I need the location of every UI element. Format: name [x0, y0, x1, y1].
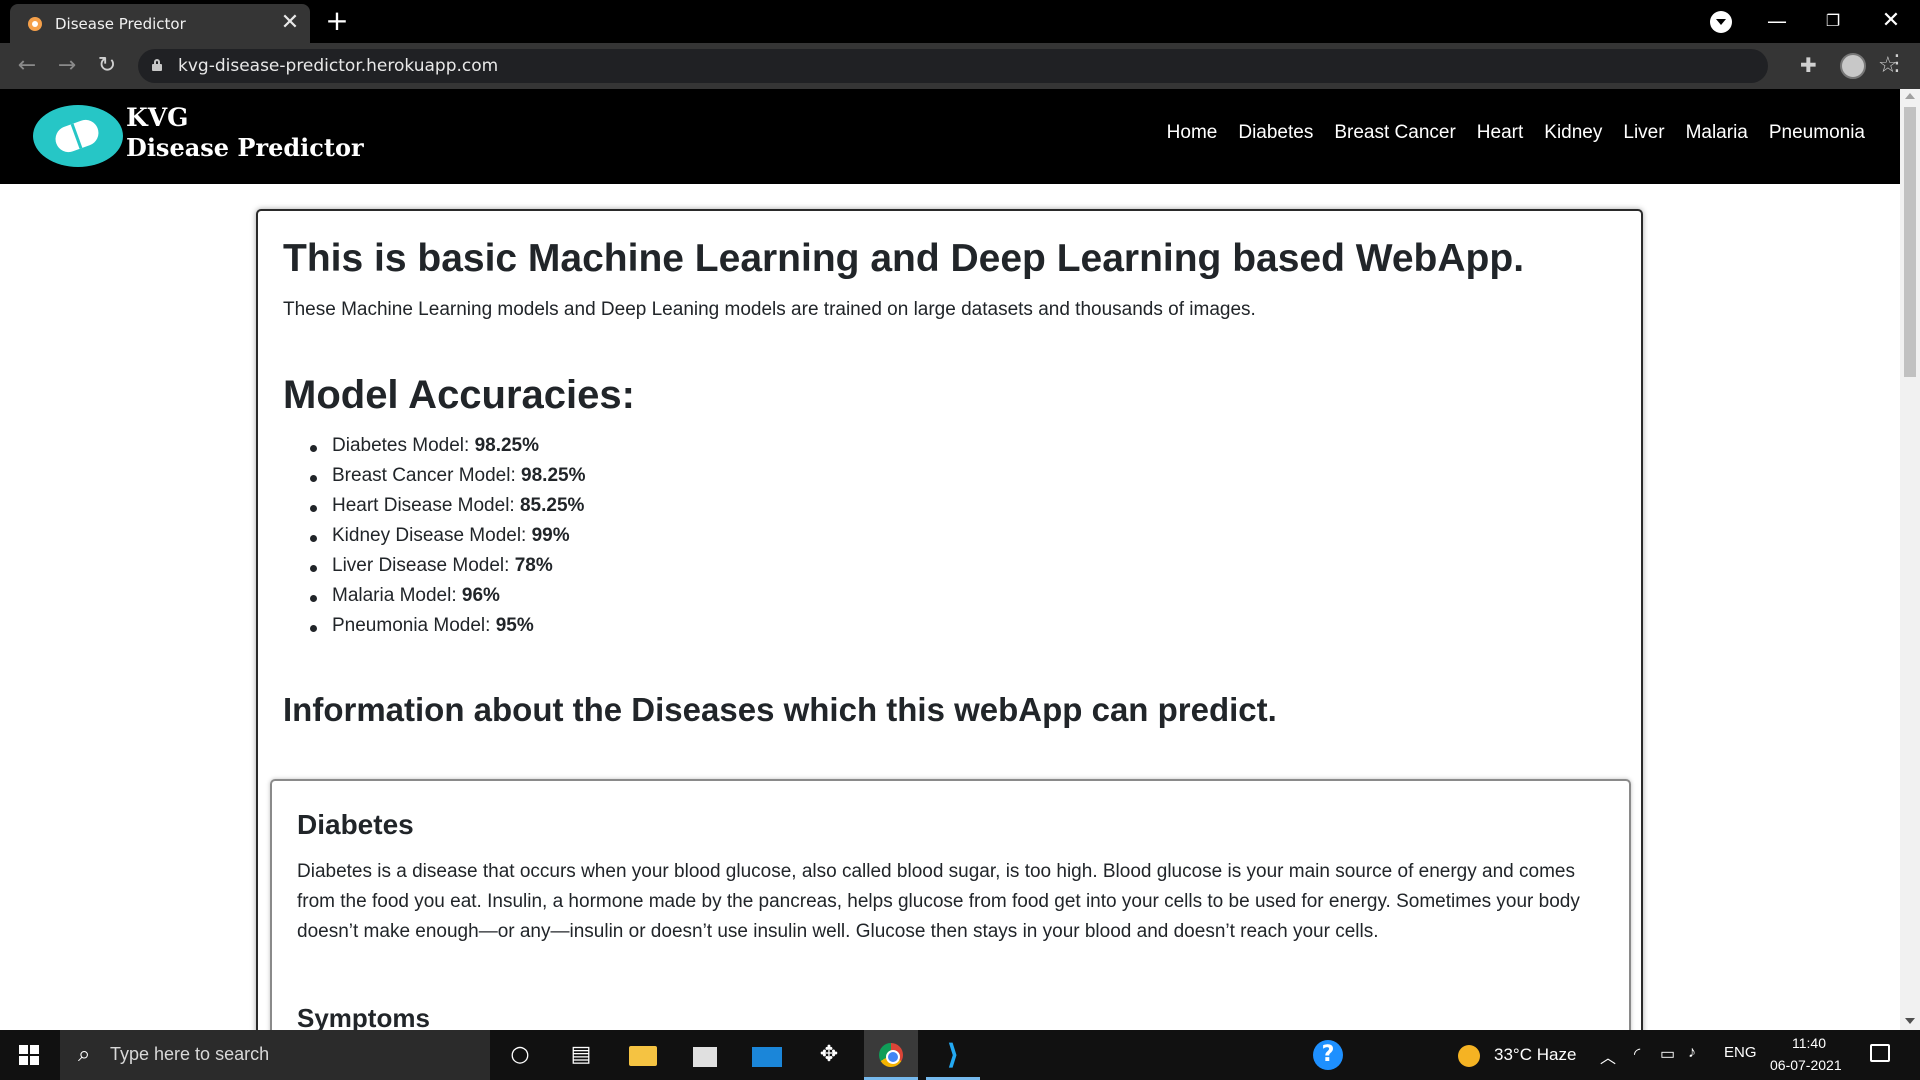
accuracy-item-malaria: Malaria Model: 96% [307, 585, 585, 615]
close-window-button[interactable]: ✕ [1868, 4, 1914, 38]
logo-text-kvg[interactable]: KVG [126, 103, 188, 132]
accuracy-item-breast-cancer: Breast Cancer Model: 98.25% [307, 465, 585, 495]
scroll-down-arrow-icon[interactable] [1905, 1018, 1915, 1024]
symptoms-heading: Symptoms [297, 1003, 430, 1030]
accuracy-label: Heart Disease Model: [332, 495, 520, 516]
logo-pill-icon[interactable] [33, 105, 123, 167]
task-view-icon[interactable]: ▤ [566, 1040, 596, 1070]
nav-link-heart[interactable]: Heart [1477, 122, 1523, 144]
kebab-menu-icon[interactable]: ⋮ [1886, 51, 1908, 76]
clock-date[interactable]: 06-07-2021 [1770, 1057, 1842, 1073]
taskbar-search-box[interactable]: ⌕ Type here to search [60, 1030, 490, 1080]
chrome-icon[interactable] [876, 1040, 906, 1070]
reload-icon[interactable]: ↻ [92, 51, 122, 81]
file-explorer-icon[interactable] [628, 1040, 658, 1070]
accuracy-label: Malaria Model: [332, 585, 462, 606]
weather-sun-icon[interactable] [1458, 1045, 1480, 1067]
accuracies-heading: Model Accuracies: [283, 373, 635, 417]
accuracies-list: Diabetes Model: 98.25% Breast Cancer Mod… [307, 435, 585, 645]
scroll-up-arrow-icon[interactable] [1905, 93, 1915, 99]
accuracy-item-kidney: Kidney Disease Model: 99% [307, 525, 585, 555]
accuracy-label: Diabetes Model: [332, 435, 475, 456]
logo-text-name[interactable]: Disease Predictor [126, 133, 364, 162]
url-text[interactable]: kvg-disease-predictor.herokuapp.com [178, 56, 498, 76]
omnibox[interactable]: kvg-disease-predictor.herokuapp.com ☆ [138, 49, 1898, 83]
search-placeholder: Type here to search [110, 1044, 270, 1064]
forward-arrow-icon[interactable]: → [52, 51, 82, 81]
language-indicator[interactable]: ENG [1724, 1044, 1757, 1061]
nav-links: Home Diabetes Breast Cancer Heart Kidney… [1167, 122, 1865, 144]
accuracy-value: 78% [514, 555, 553, 576]
nav-link-breast-cancer[interactable]: Breast Cancer [1334, 122, 1455, 144]
back-arrow-icon[interactable]: ← [12, 51, 42, 81]
scrollbar-thumb[interactable] [1904, 107, 1916, 377]
tab-title: Disease Predictor [55, 15, 186, 33]
favicon-icon [28, 17, 42, 31]
wifi-icon[interactable]: ◜ [1634, 1044, 1640, 1064]
page-scrollbar[interactable] [1900, 89, 1920, 1030]
accuracy-item-diabetes: Diabetes Model: 98.25% [307, 435, 585, 465]
accuracy-value: 95% [495, 615, 534, 636]
page-viewport: KVG Disease Predictor Home Diabetes Brea… [0, 89, 1900, 1030]
nav-link-liver[interactable]: Liver [1623, 122, 1664, 144]
page-title: This is basic Machine Learning and Deep … [283, 237, 1525, 280]
site-navbar: KVG Disease Predictor Home Diabetes Brea… [0, 89, 1900, 184]
accuracy-item-heart: Heart Disease Model: 85.25% [307, 495, 585, 525]
battery-icon[interactable]: ▭ [1660, 1044, 1675, 1064]
notification-icon[interactable] [1870, 1044, 1890, 1062]
accuracy-item-liver: Liver Disease Model: 78% [307, 555, 585, 585]
restore-button[interactable]: ❐ [1810, 4, 1856, 38]
store-icon[interactable] [690, 1040, 720, 1070]
accuracy-label: Kidney Disease Model: [332, 525, 532, 546]
vscode-icon[interactable]: ⟩ [938, 1040, 968, 1070]
accuracy-label: Pneumonia Model: [332, 615, 496, 636]
dropbox-icon[interactable]: ✥ [814, 1040, 844, 1070]
tab-search-icon[interactable] [1710, 11, 1732, 33]
accuracy-value: 99% [531, 525, 570, 546]
search-icon: ⌕ [78, 1042, 91, 1067]
pill-icon [51, 116, 103, 156]
accuracy-value: 96% [461, 585, 500, 606]
new-tab-button[interactable]: + [322, 6, 352, 36]
puzzle-icon[interactable]: ✚ [1800, 53, 1817, 77]
cortana-icon[interactable]: ○ [505, 1040, 535, 1070]
weather-text[interactable]: 33°C Haze [1494, 1045, 1576, 1065]
disease-card-diabetes: Diabetes Diabetes is a disease that occu… [270, 779, 1631, 1030]
volume-icon[interactable]: ♪ [1688, 1044, 1696, 1062]
nav-link-home[interactable]: Home [1167, 122, 1218, 144]
nav-link-pneumonia[interactable]: Pneumonia [1769, 122, 1865, 144]
close-tab-icon[interactable]: ✕ [278, 11, 302, 35]
accuracy-label: Liver Disease Model: [332, 555, 515, 576]
disease-description: Diabetes is a disease that occurs when y… [297, 861, 1580, 942]
accuracy-label: Breast Cancer Model: [332, 465, 522, 486]
page-subtitle: These Machine Learning models and Deep L… [283, 299, 1256, 320]
address-bar: ← → ↻ kvg-disease-predictor.herokuapp.co… [0, 43, 1920, 89]
accuracy-value: 98.25% [474, 435, 540, 456]
lock-icon[interactable] [152, 59, 162, 71]
clock-time[interactable]: 11:40 [1792, 1035, 1826, 1051]
accuracy-item-pneumonia: Pneumonia Model: 95% [307, 615, 585, 645]
nav-link-kidney[interactable]: Kidney [1544, 122, 1602, 144]
diseases-info-heading: Information about the Diseases which thi… [283, 691, 1277, 728]
minimize-button[interactable]: — [1754, 4, 1800, 38]
browser-tab-bar: Disease Predictor ✕ + — ❐ ✕ [0, 0, 1920, 43]
browser-tab[interactable]: Disease Predictor ✕ [10, 4, 310, 43]
help-icon[interactable]: ? [1313, 1040, 1343, 1070]
accuracy-value: 85.25% [519, 495, 585, 516]
windows-taskbar: ⌕ Type here to search ○ ▤ ✥ ⟩ ? 33°C Haz… [0, 1030, 1920, 1080]
windows-start-icon[interactable] [0, 1030, 60, 1080]
profile-avatar[interactable] [1840, 53, 1866, 79]
accuracy-value: 98.25% [521, 465, 586, 486]
mail-icon[interactable] [752, 1040, 782, 1070]
nav-link-malaria[interactable]: Malaria [1686, 122, 1748, 144]
tray-chevron-icon[interactable]: ︿ [1600, 1044, 1616, 1068]
main-card: This is basic Machine Learning and Deep … [256, 209, 1643, 1030]
disease-title: Diabetes [297, 809, 414, 840]
nav-link-diabetes[interactable]: Diabetes [1238, 122, 1313, 144]
